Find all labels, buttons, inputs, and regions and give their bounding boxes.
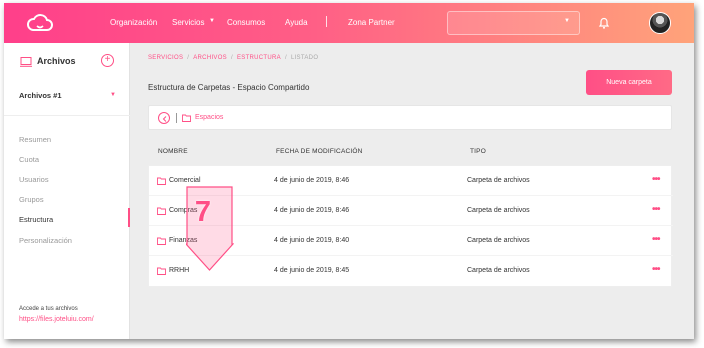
breadcrumb-listado: LISTADO bbox=[290, 55, 319, 61]
sidebar-item-usuarios[interactable]: Usuarios bbox=[19, 175, 49, 184]
folder-icon bbox=[182, 114, 191, 122]
breadcrumb: SERVICIOS / ARCHIVOS / ESTRUCTURA / LISTADO bbox=[148, 55, 319, 61]
top-navigation-bar: Organización Servicios ▼ Consumos Ayuda … bbox=[4, 3, 694, 43]
more-dots-icon[interactable]: ••• bbox=[652, 204, 660, 215]
sidebar-title: Archivos bbox=[37, 56, 76, 66]
access-link[interactable]: https://files.joteluiu.com/ bbox=[19, 316, 94, 323]
row-date: 4 de junio de 2019, 8:46 bbox=[274, 207, 350, 214]
user-avatar[interactable] bbox=[649, 12, 671, 34]
chevron-down-icon: ▼ bbox=[564, 18, 570, 24]
row-date: 4 de junio de 2019, 8:40 bbox=[274, 237, 350, 244]
nav-consumos[interactable]: Consumos bbox=[227, 18, 265, 27]
nav-ayuda[interactable]: Ayuda bbox=[285, 18, 308, 27]
plus-circle-icon[interactable]: + bbox=[101, 54, 114, 67]
folder-icon bbox=[157, 267, 166, 275]
page-title: Estructura de Carpetas - Espacio Compart… bbox=[148, 83, 310, 92]
path-espacios[interactable]: Espacios bbox=[195, 114, 223, 121]
computer-icon bbox=[20, 57, 32, 67]
folder-icon bbox=[157, 237, 166, 245]
chevron-down-icon[interactable]: ▼ bbox=[209, 18, 215, 24]
nav-organizacion[interactable]: Organización bbox=[110, 18, 157, 27]
callout-number: 7 bbox=[194, 196, 212, 228]
row-type: Carpeta de archivos bbox=[467, 207, 530, 214]
folder-icon bbox=[157, 177, 166, 185]
column-header-fecha[interactable]: FECHA DE MODIFICACIÓN bbox=[276, 148, 363, 155]
row-name[interactable]: Comercial bbox=[169, 177, 201, 184]
column-header-tipo[interactable]: TIPO bbox=[470, 148, 486, 155]
breadcrumb-archivos[interactable]: ARCHIVOS bbox=[193, 55, 227, 61]
more-dots-icon[interactable]: ••• bbox=[652, 264, 660, 275]
sidebar-item-personalizacion[interactable]: Personalización bbox=[19, 236, 72, 245]
breadcrumb-estructura[interactable]: ESTRUCTURA bbox=[237, 55, 281, 61]
sidebar-item-grupos[interactable]: Grupos bbox=[19, 195, 44, 204]
sidebar: Archivos + Archivos #1 ▼ Resumen Cuota U… bbox=[4, 43, 130, 339]
app-window: Organización Servicios ▼ Consumos Ayuda … bbox=[4, 3, 694, 339]
nav-zona-partner[interactable]: Zona Partner bbox=[348, 18, 395, 27]
nav-servicios[interactable]: Servicios bbox=[172, 18, 204, 27]
row-type: Carpeta de archivos bbox=[467, 177, 530, 184]
folder-icon bbox=[157, 207, 166, 215]
bell-icon[interactable] bbox=[598, 16, 610, 30]
space-selector[interactable]: Archivos #1 bbox=[19, 91, 62, 100]
new-folder-button[interactable]: Nueva carpeta bbox=[586, 70, 672, 95]
nav-divider bbox=[326, 16, 327, 27]
chevron-down-icon[interactable]: ▼ bbox=[110, 92, 116, 98]
back-circle-icon[interactable] bbox=[158, 112, 170, 124]
sidebar-item-cuota[interactable]: Cuota bbox=[19, 155, 39, 164]
column-header-nombre[interactable]: NOMBRE bbox=[158, 148, 188, 155]
row-type: Carpeta de archivos bbox=[467, 237, 530, 244]
path-separator bbox=[176, 113, 177, 123]
row-type: Carpeta de archivos bbox=[467, 267, 530, 274]
path-bar: Espacios bbox=[148, 105, 672, 130]
more-dots-icon[interactable]: ••• bbox=[652, 234, 660, 245]
sidebar-item-estructura[interactable]: Estructura bbox=[19, 215, 53, 224]
more-dots-icon[interactable]: ••• bbox=[652, 174, 660, 185]
access-text: Accede a tus archivos bbox=[19, 306, 78, 312]
account-select[interactable]: ▼ bbox=[447, 11, 580, 35]
cloud-logo-icon[interactable] bbox=[26, 13, 54, 33]
sidebar-divider bbox=[4, 115, 130, 116]
sidebar-item-resumen[interactable]: Resumen bbox=[19, 135, 51, 144]
row-date: 4 de junio de 2019, 8:45 bbox=[274, 267, 350, 274]
row-date: 4 de junio de 2019, 8:46 bbox=[274, 177, 350, 184]
breadcrumb-servicios[interactable]: SERVICIOS bbox=[148, 55, 183, 61]
